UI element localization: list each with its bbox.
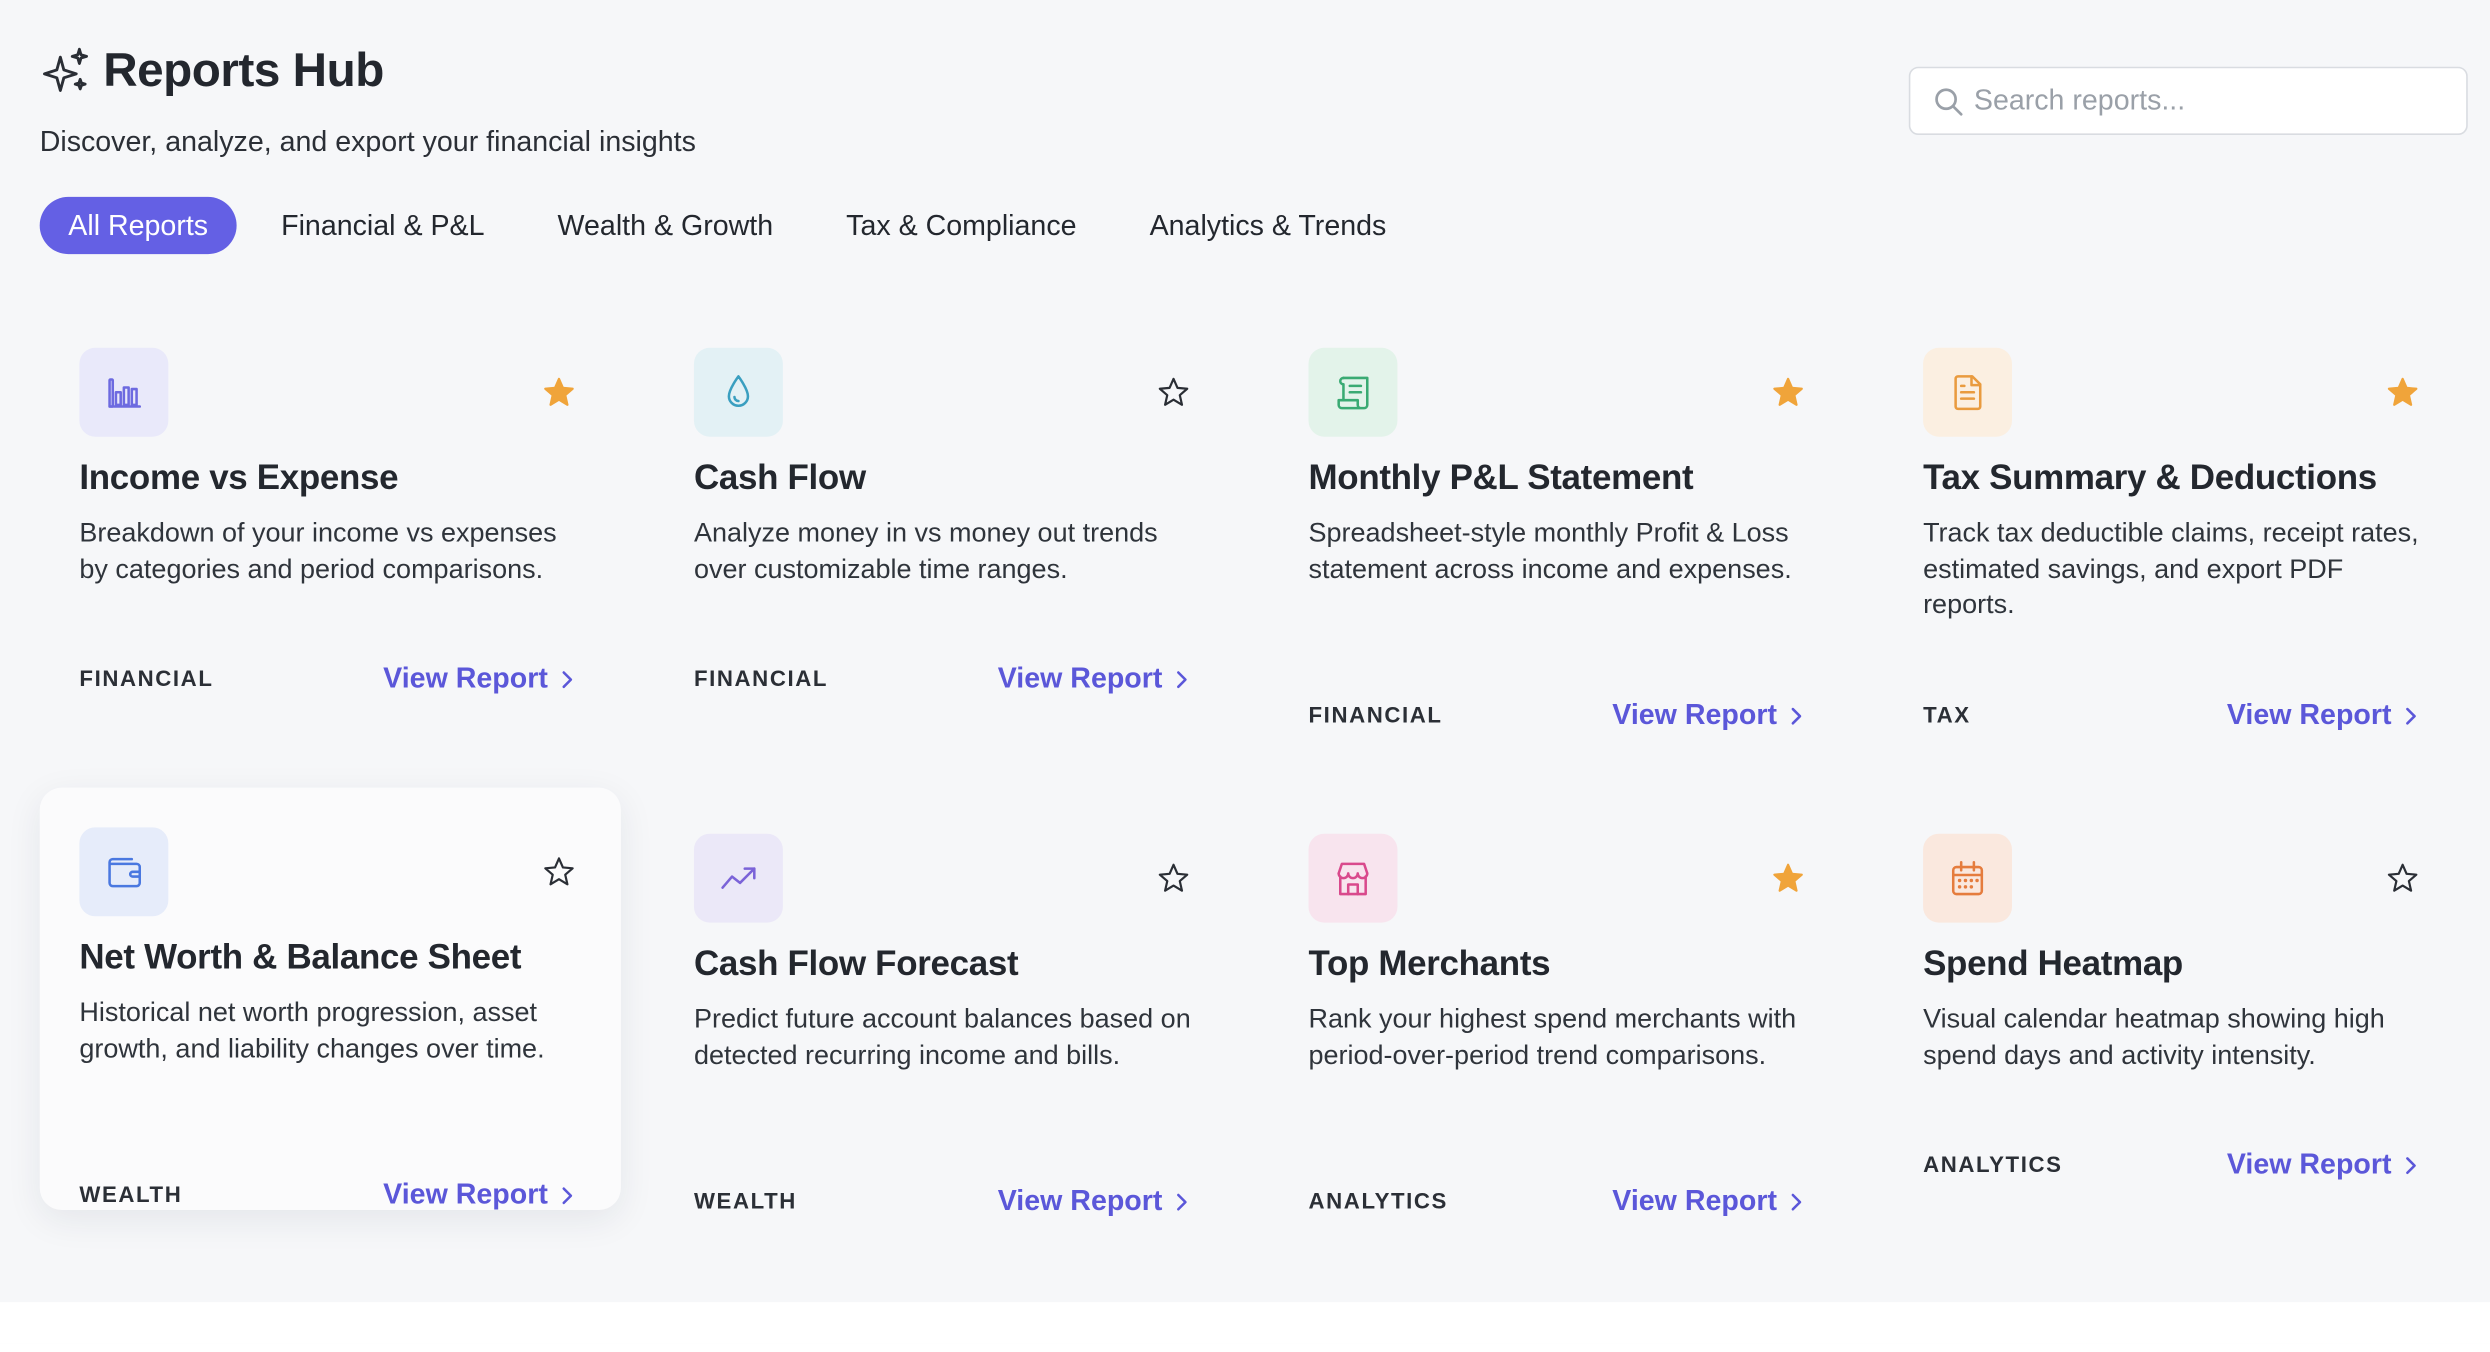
category-label: WEALTH bbox=[693, 1187, 797, 1214]
category-label: FINANCIAL bbox=[79, 665, 214, 691]
trending-up-icon bbox=[693, 833, 783, 923]
category-label: ANALYTICS bbox=[1308, 1187, 1448, 1214]
star-filled-icon[interactable] bbox=[2385, 375, 2420, 410]
view-report-link[interactable]: View Report bbox=[1612, 1185, 1805, 1218]
report-card[interactable]: Top Merchants Rank your highest spend mer… bbox=[1269, 788, 1850, 1216]
view-report-link[interactable]: View Report bbox=[998, 662, 1191, 695]
tab-financial-pl[interactable]: Financial & P&L bbox=[253, 197, 514, 254]
report-card[interactable]: Spend Heatmap Visual calendar heatmap sho… bbox=[1883, 788, 2464, 1210]
chevron-right-icon bbox=[1177, 670, 1187, 688]
view-report-link[interactable]: View Report bbox=[2227, 699, 2420, 732]
card-description: Rank your highest spend merchants with p… bbox=[1308, 1003, 1797, 1070]
view-report-label: View Report bbox=[1612, 698, 1777, 731]
card-description: Spreadsheet-style monthly Profit & Loss … bbox=[1308, 517, 1792, 584]
view-report-label: View Report bbox=[1612, 1184, 1777, 1217]
card-description: Analyze money in vs money out trends ove… bbox=[693, 517, 1158, 584]
card-title: Cash Flow Forecast bbox=[693, 943, 1019, 983]
star-filled-icon[interactable] bbox=[542, 375, 577, 410]
report-card[interactable]: Income vs Expense Breakdown of your incom… bbox=[40, 302, 621, 724]
view-report-label: View Report bbox=[2226, 698, 2392, 731]
view-report-link[interactable]: View Report bbox=[2227, 1148, 2420, 1181]
chevron-right-icon bbox=[2406, 1156, 2416, 1174]
search-icon bbox=[1935, 87, 1963, 115]
store-icon bbox=[1308, 833, 1398, 923]
page-subtitle: Discover, analyze, and export your finan… bbox=[39, 125, 696, 158]
page-title: Reports Hub bbox=[103, 44, 384, 97]
star-filled-icon[interactable] bbox=[1771, 861, 1806, 896]
document-icon bbox=[1923, 347, 2012, 437]
report-card[interactable]: Cash Flow Analyze money in vs money out t… bbox=[654, 302, 1235, 724]
card-description: Visual calendar heatmap showing high spe… bbox=[1923, 1003, 2385, 1070]
category-label: WEALTH bbox=[79, 1181, 183, 1207]
view-report-link[interactable]: View Report bbox=[383, 1178, 576, 1211]
tab-all-reports[interactable]: All Reports bbox=[39, 196, 237, 255]
card-title: Tax Summary & Deductions bbox=[1923, 457, 2377, 498]
report-card[interactable]: Tax Summary & Deductions Track tax deduct… bbox=[1883, 302, 2464, 730]
category-label: FINANCIAL bbox=[1308, 701, 1443, 728]
chevron-right-icon bbox=[562, 670, 573, 688]
droplet-icon bbox=[693, 347, 783, 437]
star-outline-icon[interactable] bbox=[1156, 861, 1191, 896]
category-label: ANALYTICS bbox=[1923, 1151, 2063, 1177]
view-report-label: View Report bbox=[997, 1184, 1163, 1217]
chevron-right-icon bbox=[1177, 1192, 1187, 1210]
report-card[interactable]: Monthly P&L Statement Spreadsheet-style m… bbox=[1269, 302, 1850, 730]
card-title: Cash Flow bbox=[693, 457, 866, 498]
page-header: Reports Hub bbox=[40, 44, 384, 98]
card-title: Spend Heatmap bbox=[1923, 943, 2183, 983]
card-title: Income vs Expense bbox=[79, 457, 399, 498]
bar-chart-icon bbox=[79, 347, 169, 437]
page-footer-area bbox=[0, 1302, 2490, 1344]
view-report-label: View Report bbox=[383, 662, 548, 694]
chevron-right-icon bbox=[562, 1186, 573, 1204]
tab-wealth-growth[interactable]: Wealth & Growth bbox=[529, 197, 802, 254]
category-label: TAX bbox=[1923, 701, 1971, 728]
card-description: Predict future account balances based on… bbox=[693, 1003, 1191, 1070]
card-title: Net Worth & Balance Sheet bbox=[79, 936, 522, 977]
report-card[interactable]: Cash Flow Forecast Predict future account… bbox=[654, 788, 1235, 1216]
reports-hub-page: Reports Hub Discover, analyze, and expor… bbox=[0, 0, 2490, 1344]
sparkles-icon bbox=[43, 47, 88, 92]
star-outline-icon[interactable] bbox=[542, 854, 577, 889]
view-report-label: View Report bbox=[2226, 1148, 2392, 1180]
star-outline-icon[interactable] bbox=[2385, 861, 2420, 896]
star-filled-icon[interactable] bbox=[1771, 375, 1806, 410]
view-report-link[interactable]: View Report bbox=[998, 1185, 1191, 1218]
card-description: Breakdown of your income vs expenses by … bbox=[79, 517, 557, 584]
category-tabs: All Reports Financial & P&L Wealth & Gro… bbox=[39, 196, 1431, 255]
calendar-icon bbox=[1923, 833, 2012, 923]
card-description: Track tax deductible claims, receipt rat… bbox=[1923, 517, 2419, 620]
chevron-right-icon bbox=[1791, 706, 1802, 724]
wallet-icon bbox=[79, 827, 169, 917]
tab-analytics-trends[interactable]: Analytics & Trends bbox=[1121, 197, 1415, 254]
view-report-link[interactable]: View Report bbox=[383, 662, 576, 695]
view-report-label: View Report bbox=[383, 1178, 548, 1211]
report-card[interactable]: Net Worth & Balance Sheet Historical net … bbox=[39, 787, 621, 1211]
chevron-right-icon bbox=[1791, 1192, 1802, 1210]
card-title: Monthly P&L Statement bbox=[1308, 457, 1694, 498]
view-report-link[interactable]: View Report bbox=[1612, 699, 1805, 732]
tab-tax-compliance[interactable]: Tax & Compliance bbox=[818, 197, 1106, 254]
chevron-right-icon bbox=[2406, 706, 2416, 724]
search-box[interactable] bbox=[1908, 66, 2468, 135]
category-label: FINANCIAL bbox=[693, 665, 829, 691]
star-outline-icon[interactable] bbox=[1156, 375, 1191, 410]
card-description: Historical net worth progression, asset … bbox=[79, 997, 545, 1064]
view-report-label: View Report bbox=[997, 662, 1163, 694]
receipt-icon bbox=[1308, 347, 1398, 437]
search-input[interactable] bbox=[1973, 84, 2451, 118]
card-title: Top Merchants bbox=[1308, 943, 1551, 983]
